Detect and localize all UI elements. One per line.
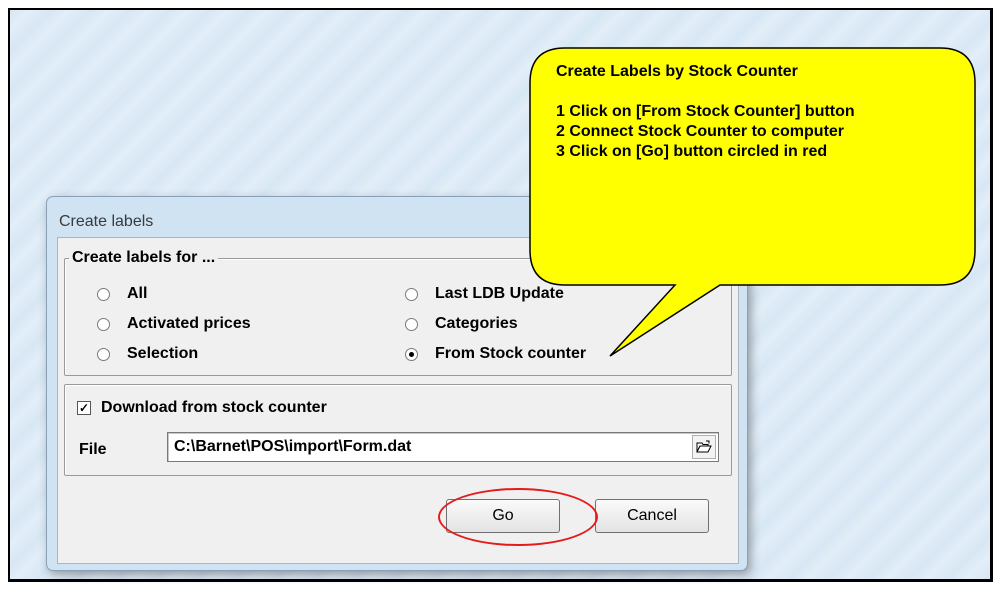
callout-text: Create Labels by Stock Counter 1 Click o… bbox=[556, 62, 976, 162]
callout-step-1: 1 Click on [From Stock Counter] button bbox=[556, 103, 855, 120]
callout-title: Create Labels by Stock Counter bbox=[556, 63, 798, 80]
callout-step-3: 3 Click on [Go] button circled in red bbox=[556, 143, 828, 160]
callout-step-2: 2 Connect Stock Counter to computer bbox=[556, 123, 845, 140]
